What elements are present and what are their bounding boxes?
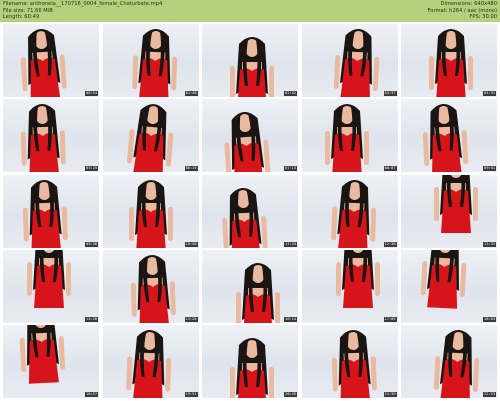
video-thumbnail[interactable]: 13:32 bbox=[401, 174, 497, 248]
dimensions-text: Dimensions: 640x480 bbox=[440, 1, 497, 7]
thumbnail-frame-image bbox=[224, 112, 271, 173]
video-thumbnail[interactable]: 04:31 bbox=[401, 24, 497, 97]
thumbnail-timestamp: 19:51 bbox=[184, 392, 198, 398]
thumbnail-frame-image bbox=[335, 249, 380, 308]
thumbnail-frame-image bbox=[330, 179, 376, 248]
video-thumbnail[interactable]: 09:01 bbox=[401, 99, 497, 173]
thumbnail-timestamp: 01:48 bbox=[184, 91, 198, 96]
thumbnail-timestamp: 22:33 bbox=[483, 392, 496, 398]
thumbnail-timestamp: 18:57 bbox=[85, 392, 98, 398]
thumbnail-timestamp: 11:44 bbox=[284, 241, 297, 247]
thumbnail-frame-image bbox=[422, 104, 469, 173]
thumbnail-frame-image bbox=[236, 262, 280, 323]
thumbnail-timestamp: 00:54 bbox=[85, 91, 98, 96]
video-thumbnail[interactable]: 09:56 bbox=[3, 174, 99, 248]
thumbnail-timestamp: 09:01 bbox=[483, 166, 496, 172]
length-text: Length: 60:49 bbox=[3, 14, 40, 21]
video-thumbnail[interactable]: 18:57 bbox=[3, 325, 99, 399]
video-thumbnail[interactable]: 22:33 bbox=[401, 325, 497, 399]
thumbnail-frame-image bbox=[126, 104, 173, 173]
filename-text: Filename: anthonela__170716_0004_female_… bbox=[3, 1, 163, 7]
thumbnail-frame-image bbox=[128, 179, 173, 248]
thumbnail-frame-image bbox=[131, 29, 177, 97]
video-thumbnail[interactable]: 19:51 bbox=[102, 325, 199, 399]
thumbnail-timestamp: 12:38 bbox=[383, 241, 397, 247]
thumbnail-frame-image bbox=[20, 104, 66, 173]
video-thumbnail[interactable]: 11:44 bbox=[202, 174, 298, 248]
video-thumbnail[interactable]: 08:07 bbox=[301, 99, 398, 173]
thumbnail-frame-image bbox=[324, 104, 369, 173]
thumbnail-timestamp: 10:50 bbox=[184, 241, 198, 247]
thumbnail-frame-image bbox=[429, 29, 473, 97]
thumbnail-frame-image bbox=[420, 249, 467, 309]
thumbnail-timestamp: 04:31 bbox=[483, 91, 496, 96]
filesize-text: File size: 71.66 MiB bbox=[3, 7, 53, 14]
video-thumbnail[interactable]: 15:20 bbox=[102, 249, 199, 323]
thumbnail-frame-image bbox=[222, 187, 268, 248]
thumbnail-frame-image bbox=[230, 338, 274, 399]
video-thumbnail[interactable]: 02:42 bbox=[202, 24, 298, 97]
video-thumbnail[interactable]: 03:37 bbox=[301, 24, 398, 97]
video-thumbnail[interactable]: 20:45 bbox=[202, 325, 298, 399]
thumbnail-frame-image bbox=[230, 37, 274, 97]
thumbnail-frame-image bbox=[433, 330, 480, 399]
video-thumbnail[interactable]: 00:54 bbox=[3, 24, 99, 97]
thumbnail-timestamp: 09:56 bbox=[85, 241, 98, 247]
thumbnail-frame-image bbox=[20, 29, 67, 97]
thumbnail-frame-image bbox=[434, 174, 478, 233]
thumbnail-timestamp: 08:07 bbox=[383, 166, 397, 172]
thumbnail-timestamp: 02:42 bbox=[284, 91, 297, 96]
thumbnail-frame-image bbox=[22, 179, 68, 248]
thumbnail-timestamp: 21:39 bbox=[383, 392, 397, 398]
video-thumbnail[interactable]: 16:14 bbox=[202, 249, 298, 323]
thumbnail-timestamp: 14:26 bbox=[85, 316, 98, 322]
video-thumbnail[interactable]: 10:50 bbox=[102, 174, 199, 248]
thumbnail-frame-image bbox=[331, 330, 377, 399]
thumbnail-timestamp: 18:03 bbox=[483, 316, 496, 322]
thumbnail-timestamp: 06:19 bbox=[184, 166, 198, 172]
video-thumbnail[interactable]: 06:19 bbox=[102, 99, 199, 173]
thumbnail-timestamp: 05:25 bbox=[85, 166, 98, 172]
thumbnail-timestamp: 07:13 bbox=[284, 166, 297, 172]
thumbnail-timestamp: 20:45 bbox=[284, 392, 297, 398]
fps-text: FPS: 30.00 bbox=[469, 14, 497, 21]
video-thumbnail[interactable]: 05:25 bbox=[3, 99, 99, 173]
thumbnail-grid: 00:54 01:48 02:42 03:37 04:31 05:25 06:19 07:13… bbox=[3, 24, 497, 399]
thumbnail-timestamp: 17:09 bbox=[383, 316, 397, 322]
video-thumbnail[interactable]: 12:38 bbox=[301, 174, 398, 248]
video-thumbnail[interactable]: 17:09 bbox=[301, 249, 398, 323]
thumbnail-timestamp: 15:20 bbox=[184, 316, 198, 322]
thumbnail-timestamp: 03:37 bbox=[383, 91, 397, 96]
thumbnail-frame-image bbox=[130, 254, 176, 323]
info-header: Filename: anthonela__170716_0004_female_… bbox=[0, 0, 500, 22]
video-thumbnail[interactable]: 01:48 bbox=[102, 24, 199, 97]
video-thumbnail[interactable]: 07:13 bbox=[202, 99, 298, 173]
format-text: Format: h264 / aac (mono) bbox=[427, 7, 497, 14]
thumbnail-frame-image bbox=[27, 249, 71, 308]
video-thumbnail[interactable]: 14:26 bbox=[3, 249, 99, 323]
thumbnail-frame-image bbox=[125, 330, 171, 399]
thumbnail-timestamp: 13:32 bbox=[483, 241, 496, 247]
video-thumbnail[interactable]: 18:03 bbox=[401, 249, 497, 323]
thumbnail-frame-image bbox=[19, 325, 66, 384]
thumbnail-frame-image bbox=[333, 29, 379, 97]
video-thumbnail[interactable]: 21:39 bbox=[301, 325, 398, 399]
thumbnail-timestamp: 16:14 bbox=[284, 316, 297, 322]
info-left: Filename: anthonela__170716_0004_female_… bbox=[3, 1, 162, 21]
info-right: Dimensions: 640x480 Format: h264 / aac (… bbox=[427, 1, 497, 21]
